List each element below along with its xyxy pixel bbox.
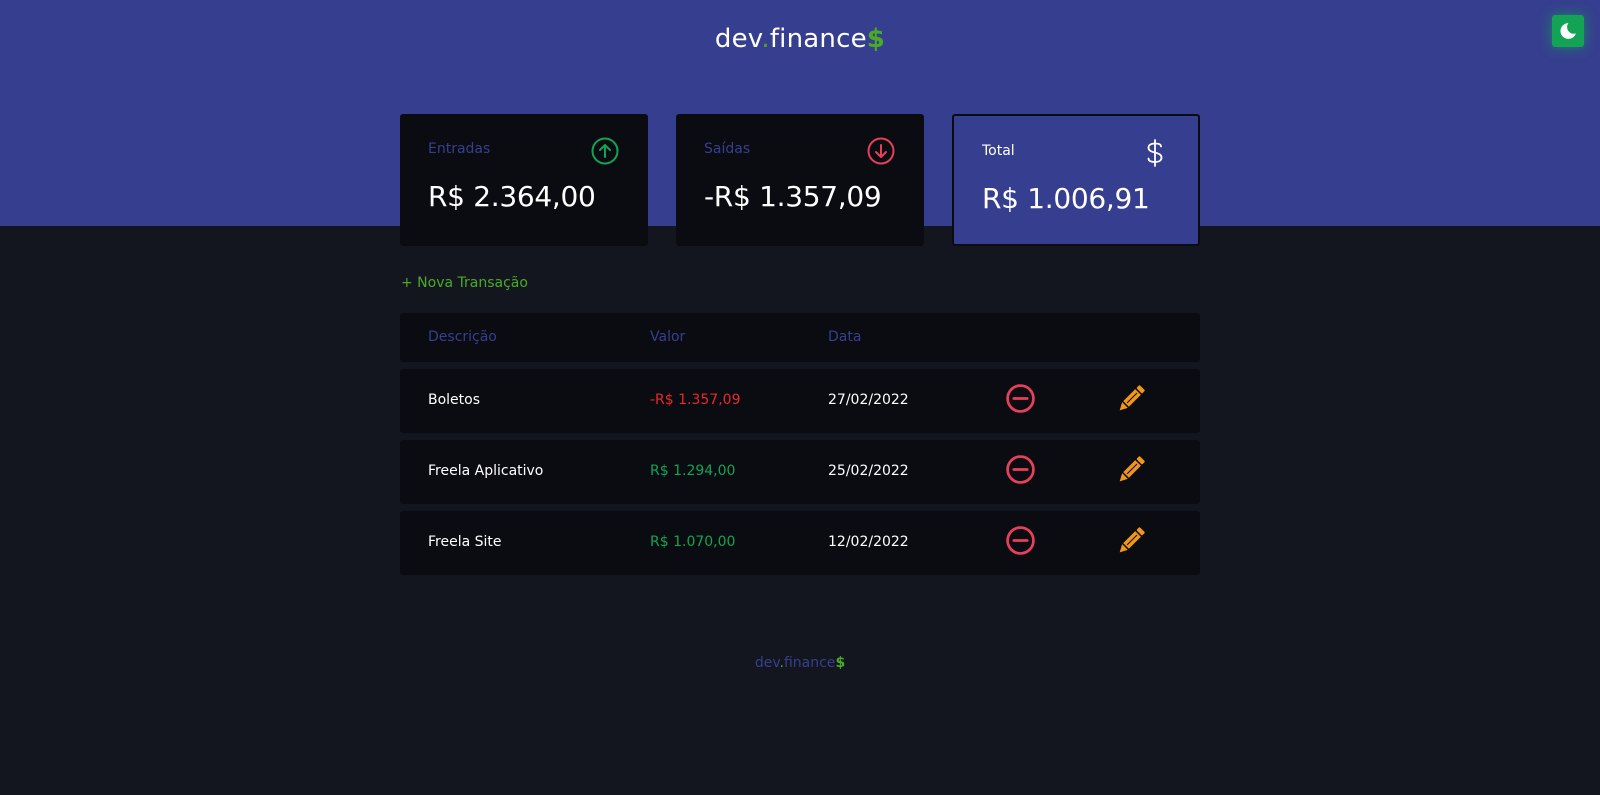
transaction-description: Boletos [428, 392, 481, 408]
transaction-date: 12/02/2022 [828, 534, 909, 550]
balance-summary: Entradas R$ 2.364,00 Saídas -R$ 1.357,09… [400, 114, 1200, 246]
moon-icon [1560, 23, 1576, 39]
expense-card: Saídas -R$ 1.357,09 [676, 114, 924, 246]
transaction-date: 25/02/2022 [828, 463, 909, 479]
arrow-down-circle-icon [867, 137, 895, 165]
new-transaction-link[interactable]: + Nova Transação [401, 275, 528, 291]
table-header: Descrição Valor Data [400, 313, 1200, 362]
footer-logo-name: finance [783, 655, 836, 671]
footer-logo-prefix: dev [754, 655, 780, 671]
remove-circle-icon[interactable] [1005, 454, 1036, 485]
header-description: Descrição [428, 329, 497, 345]
dollar-sign-icon [1147, 139, 1163, 167]
total-card: Total R$ 1.006,91 [952, 114, 1200, 246]
transaction-amount: -R$ 1.357,09 [650, 392, 741, 408]
table-row: Freela Site R$ 1.070,00 12/02/2022 [400, 511, 1200, 575]
transaction-amount: R$ 1.070,00 [650, 534, 736, 550]
transaction-description: Freela Aplicativo [428, 463, 544, 479]
pencil-icon[interactable] [1114, 524, 1148, 558]
remove-circle-icon[interactable] [1005, 525, 1036, 556]
header-amount: Valor [650, 329, 686, 345]
theme-toggle-button[interactable] [1552, 15, 1584, 47]
expense-card-value: -R$ 1.357,09 [704, 180, 882, 213]
footer-logo-suffix: $ [835, 655, 846, 671]
total-card-value: R$ 1.006,91 [982, 182, 1150, 215]
pencil-icon[interactable] [1114, 453, 1148, 487]
pencil-icon[interactable] [1114, 382, 1148, 416]
logo-prefix: dev [714, 24, 762, 54]
logo-dot: . [761, 24, 770, 54]
header-date: Data [828, 329, 862, 345]
transactions-table: Descrição Valor Data Boletos -R$ 1.357,0… [400, 313, 1200, 582]
income-card-value: R$ 2.364,00 [428, 180, 596, 213]
table-row: Freela Aplicativo R$ 1.294,00 25/02/2022 [400, 440, 1200, 504]
arrow-up-circle-icon [591, 137, 619, 165]
transaction-description: Freela Site [428, 534, 502, 550]
table-row: Boletos -R$ 1.357,09 27/02/2022 [400, 369, 1200, 433]
transaction-date: 27/02/2022 [828, 392, 909, 408]
remove-circle-icon[interactable] [1005, 383, 1036, 414]
app-logo: dev.finance$ [0, 24, 1600, 54]
footer-logo: dev.finance$ [0, 655, 1600, 671]
transaction-amount: R$ 1.294,00 [650, 463, 736, 479]
income-card: Entradas R$ 2.364,00 [400, 114, 648, 246]
logo-name: finance [769, 24, 867, 54]
logo-suffix: $ [866, 24, 886, 54]
